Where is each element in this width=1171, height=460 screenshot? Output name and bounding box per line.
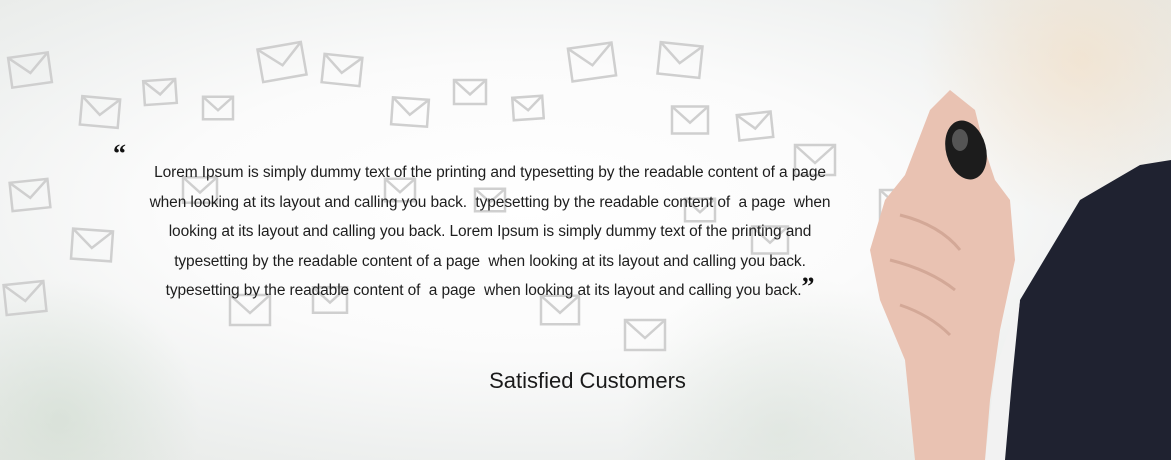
quote-line: when looking at its layout and calling y… bbox=[149, 193, 831, 211]
quote-line: typesetting by the readable content of a… bbox=[165, 282, 802, 299]
testimonial-author: Satisfied Customers bbox=[489, 368, 686, 393]
marker-tip bbox=[952, 129, 968, 151]
quote-line: Lorem Ipsum is simply dummy text of the … bbox=[154, 164, 826, 181]
quote-line-last: typesetting by the readable content of a… bbox=[95, 274, 885, 306]
quote-line: looking at its layout and calling you ba… bbox=[168, 223, 812, 240]
testimonial-quote: “ Lorem Ipsum is simply dummy text of th… bbox=[95, 141, 885, 306]
close-quote-mark: ” bbox=[801, 272, 815, 301]
quote-line: typesetting by the readable content of a… bbox=[174, 252, 806, 270]
suit-sleeve bbox=[1000, 160, 1171, 460]
